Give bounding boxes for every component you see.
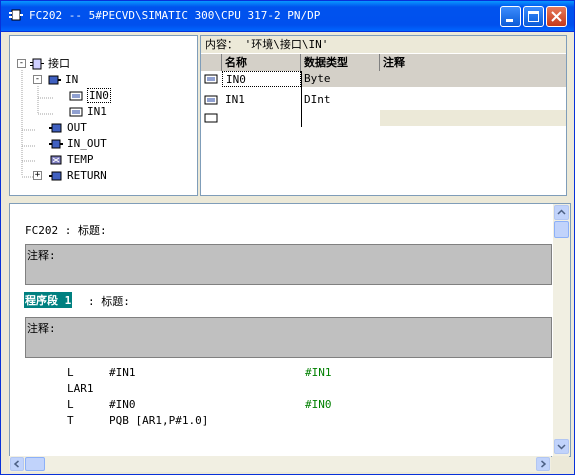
tree-item-temp[interactable]: TEMP [49,152,94,167]
param-folder-icon [49,139,63,149]
param-folder-icon [50,155,62,165]
cell-name[interactable] [222,110,301,126]
interface-pane: - 接口 - IN IN0 IN1 OUT IN_OUT TEMP + RETU… [9,35,567,198]
code-comment: #IN0 [305,398,332,411]
tree-item-out[interactable]: OUT [49,120,87,135]
tree-item-return[interactable]: RETURN [49,168,107,183]
row-empty-icon [203,110,221,126]
tree-item-in0[interactable]: IN0 [69,88,111,103]
cell-comment[interactable] [380,71,566,87]
code-operand[interactable]: #IN0 [109,398,136,411]
close-icon [551,11,562,22]
scroll-down-button[interactable] [554,439,569,454]
param-variable-icon [69,107,83,117]
tree-expander-interface[interactable]: - [17,58,26,68]
tree-item-interface[interactable]: 接口 [30,56,70,71]
size-grip[interactable] [552,456,569,472]
network-comment-label: 注释: [27,322,56,335]
minimize-button[interactable] [500,6,521,27]
chevron-up-icon [557,209,566,215]
code-editor[interactable]: FC202 : 标题: 注释: 程序段 1 : 标题: 注释: L #IN1 #… [9,203,571,457]
title-bar[interactable]: FC202 -- 5#PECVD\SIMATIC 300\CPU 317-2 P… [1,1,574,32]
column-divider [301,71,302,127]
grid-header-corner [201,54,222,71]
column-header-type[interactable]: 数据类型 [301,54,380,71]
table-row[interactable]: IN0 Byte [201,71,566,87]
tree-item-in-out[interactable]: IN_OUT [49,136,107,151]
network-title[interactable]: : 标题: [88,293,130,309]
param-folder-icon [48,75,61,85]
application-window: FC202 -- 5#PECVD\SIMATIC 300\CPU 317-2 P… [0,0,575,475]
scroll-left-button[interactable] [10,457,24,471]
row-variable-icon [203,92,221,108]
code-op[interactable]: LAR1 [67,382,94,395]
network-comment-box[interactable]: 注释: [25,317,552,358]
row-variable-icon [203,71,221,87]
table-row-empty[interactable] [201,110,566,126]
cell-comment[interactable] [380,110,566,126]
vertical-scrollbar[interactable] [553,204,570,456]
cell-comment[interactable] [380,92,566,108]
maximize-icon [528,11,539,22]
horizontal-scrollbar[interactable] [9,456,551,472]
close-button[interactable] [546,6,567,27]
code-operand[interactable]: #IN1 [109,366,136,379]
code-operand[interactable]: PQB [AR1,P#1.0] [109,414,208,427]
tree-item-in1[interactable]: IN1 [69,104,107,119]
code-op[interactable]: L [67,366,74,379]
grid-header: 名称 数据类型 注释 [201,54,566,71]
table-row[interactable]: IN1 DInt [201,92,566,108]
block-comment-label: 注释: [27,249,56,262]
interface-tree[interactable]: - 接口 - IN IN0 IN1 OUT IN_OUT TEMP + RETU… [9,35,198,196]
interface-content-panel: 内容： '环境\接口\IN' 名称 数据类型 注释 IN0 Byte IN1 D… [200,35,567,196]
code-comment: #IN1 [305,366,332,379]
tree-item-in[interactable]: IN [47,72,78,87]
horizontal-scroll-thumb[interactable] [25,457,45,471]
param-folder-icon [49,123,62,133]
code-op[interactable]: T [67,414,74,427]
tree-expander-return[interactable]: + [33,170,42,180]
param-folder-icon [49,171,62,181]
block-comment-box[interactable]: 注释: [25,244,552,285]
minimize-icon [506,19,513,22]
content-path: 内容： '环境\接口\IN' [201,36,566,53]
column-header-comment[interactable]: 注释 [380,54,566,71]
interface-icon [30,58,44,70]
param-variable-icon [69,91,83,101]
maximize-button[interactable] [523,6,544,27]
cell-type[interactable]: DInt [301,92,380,108]
chevron-down-icon [557,444,566,450]
window-title: FC202 -- 5#PECVD\SIMATIC 300\CPU 317-2 P… [29,9,321,22]
vertical-scroll-thumb[interactable] [554,221,569,238]
cell-type[interactable]: Byte [301,71,380,87]
cell-name[interactable]: IN0 [222,71,301,87]
scroll-up-button[interactable] [554,205,569,220]
scroll-right-button[interactable] [536,457,550,471]
block-title[interactable]: FC202 : 标题: [25,222,107,238]
tree-expander-in[interactable]: - [33,74,42,84]
cell-name[interactable]: IN1 [222,92,301,108]
code-op[interactable]: L [67,398,74,411]
editor-content: FC202 : 标题: 注释: 程序段 1 : 标题: 注释: L #IN1 #… [10,204,552,456]
chevron-left-icon [13,460,19,468]
cell-type[interactable] [301,110,380,126]
fc-block-icon [9,9,23,21]
network-label[interactable]: 程序段 1 [24,292,73,308]
column-header-name[interactable]: 名称 [222,54,301,71]
chevron-right-icon [541,460,547,468]
